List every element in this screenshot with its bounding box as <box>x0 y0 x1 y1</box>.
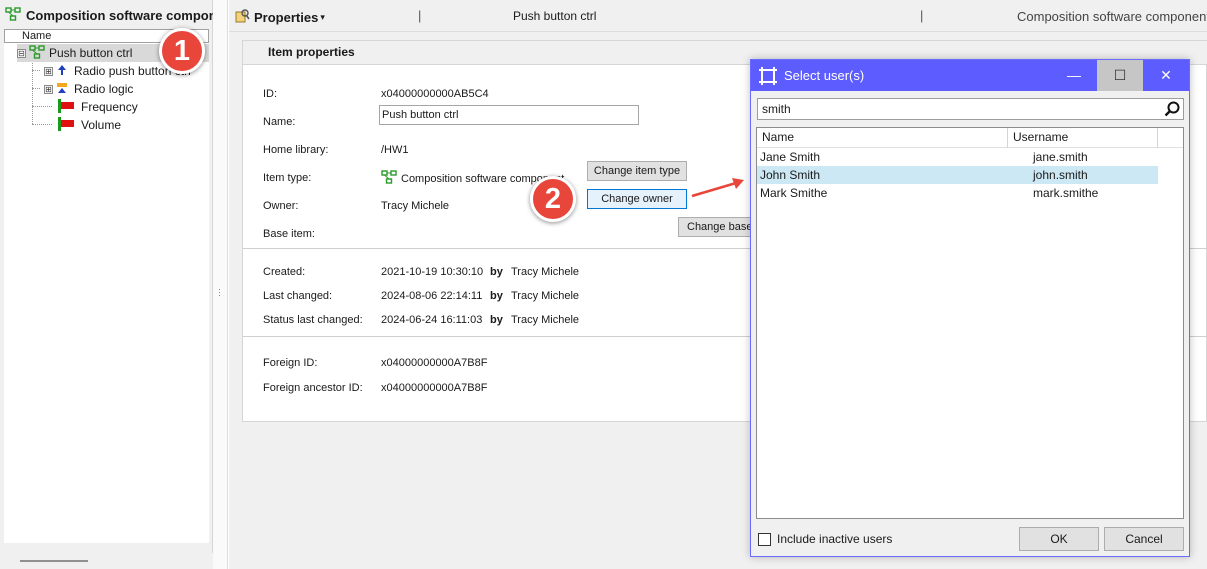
dialog-title: Select user(s) <box>784 68 865 83</box>
tree-item-label: Frequency <box>81 100 138 114</box>
close-button[interactable]: ✕ <box>1143 60 1189 91</box>
search-icon[interactable] <box>1164 101 1180 123</box>
column-name[interactable]: Name <box>757 128 1008 148</box>
user-username: jane.smith <box>1033 150 1088 164</box>
created-value: 2021-10-19 10:30:10 <box>381 266 484 278</box>
properties-toolbar: Properties ▾ | Push button ctrl | Compos… <box>229 0 1207 32</box>
home-library-value: /HW1 <box>381 144 409 156</box>
last-changed-label: Last changed: <box>263 290 333 302</box>
tree-item-radio-logic[interactable]: ⊞ Radio logic <box>44 80 133 98</box>
expand-icon[interactable]: ⊞ <box>44 66 53 76</box>
include-inactive-checkbox[interactable]: Include inactive users <box>758 532 892 546</box>
properties-icon <box>234 8 250 27</box>
last-changed-value: 2024-08-06 22:14:11 <box>381 290 483 302</box>
base-item-label: Base item: <box>263 228 315 240</box>
foreign-ancestor-label: Foreign ancestor ID: <box>263 382 363 394</box>
tree-item-volume[interactable]: Volume <box>58 116 121 134</box>
search-text: smith <box>762 102 791 116</box>
foreign-ancestor-value: x04000000000A7B8F <box>381 382 488 394</box>
cancel-button[interactable]: Cancel <box>1104 527 1184 551</box>
ok-button[interactable]: OK <box>1019 527 1099 551</box>
id-label: ID: <box>263 88 278 100</box>
status-changed-label: Status last changed: <box>263 314 363 326</box>
expand-icon[interactable]: ⊞ <box>44 84 53 94</box>
by-label: by <box>490 266 503 278</box>
logic-component-icon <box>56 82 68 97</box>
current-item-type: Composition software component <box>1017 9 1207 24</box>
user-row[interactable]: Mark Smithe mark.smithe <box>757 184 1158 202</box>
name-field[interactable]: Push button ctrl <box>379 105 639 125</box>
tree-item-label: Radio logic <box>74 82 134 96</box>
home-library-label: Home library: <box>263 144 329 156</box>
change-item-type-button[interactable]: Change item type <box>587 161 687 181</box>
status-changed-value: 2024-06-24 16:11:03 <box>381 314 483 326</box>
name-label: Name: <box>263 116 296 128</box>
user-list: Name Username Jane Smith jane.smith John… <box>756 127 1184 519</box>
user-search-input[interactable]: smith <box>757 98 1184 120</box>
owner-label: Owner: <box>263 200 299 212</box>
user-row[interactable]: Jane Smith jane.smith <box>757 148 1158 166</box>
toolbar-separator: | <box>920 8 924 23</box>
checkbox-box[interactable] <box>758 532 771 546</box>
select-users-dialog: Select user(s) — ☐ ✕ smith Name Username… <box>750 59 1190 557</box>
chevron-down-icon: ▾ <box>320 12 325 22</box>
tree-item-label: Push button ctrl <box>49 46 133 60</box>
properties-menu[interactable]: Properties ▾ <box>234 8 325 27</box>
owner-value: Tracy Michele <box>381 200 450 212</box>
status-changed-by-value: Tracy Michele <box>511 314 580 326</box>
step-badge-2: 2 <box>530 176 576 222</box>
user-list-header: Name Username <box>757 128 1183 148</box>
user-name: Jane Smith <box>760 150 821 164</box>
scrollbar-thumb[interactable] <box>20 560 88 562</box>
created-by-value: Tracy Michele <box>511 266 580 278</box>
column-username[interactable]: Username <box>1008 128 1158 148</box>
collapse-icon[interactable]: ⊟ <box>17 48 26 58</box>
last-changed-by-value: Tracy Michele <box>511 290 580 302</box>
user-row-selected[interactable]: John Smith john.smith <box>757 166 1158 184</box>
tree-item-label: Volume <box>81 118 122 132</box>
by-label: by <box>490 290 503 302</box>
panel-splitter[interactable]: · · · <box>213 0 228 569</box>
toolbar-separator: | <box>418 8 422 23</box>
horizontal-scrollbar[interactable] <box>0 553 213 569</box>
id-value: x04000000000AB5C4 <box>381 88 489 100</box>
user-username: mark.smithe <box>1033 186 1099 200</box>
foreign-id-value: x04000000000A7B8F <box>381 357 488 369</box>
item-tree: ⊟ Push button ctrl ⊞ Radio push button c… <box>4 43 209 543</box>
maximize-button[interactable]: ☐ <box>1097 60 1143 91</box>
dialog-title-bar[interactable]: Select user(s) — ☐ ✕ <box>751 60 1189 91</box>
composition-component-icon <box>381 170 398 187</box>
created-label: Created: <box>263 266 306 278</box>
tree-panel: Composition software component Name ⊟ Pu… <box>0 0 213 569</box>
user-name: Mark Smithe <box>760 186 828 200</box>
foreign-id-label: Foreign ID: <box>263 357 318 369</box>
tree-item-frequency[interactable]: Frequency <box>58 98 138 116</box>
item-type-label: Item type: <box>263 172 312 184</box>
arrow-icon <box>691 178 744 198</box>
user-name: John Smith <box>760 168 821 182</box>
port-flag-icon <box>58 116 75 134</box>
current-item-name: Push button ctrl <box>513 9 597 23</box>
port-up-icon <box>56 64 68 79</box>
tree-panel-header: Composition software component <box>0 0 213 30</box>
port-flag-icon <box>58 98 75 116</box>
minimize-button[interactable]: — <box>1051 60 1097 91</box>
step-badge-1: 1 <box>159 28 205 74</box>
composition-component-icon <box>5 6 22 24</box>
user-username: john.smith <box>1033 168 1088 182</box>
properties-label: Properties <box>254 10 319 25</box>
tree-panel-title: Composition software component <box>26 7 213 23</box>
by-label: by <box>490 314 503 326</box>
composition-component-icon <box>29 44 46 62</box>
change-owner-button[interactable]: Change owner <box>587 189 687 209</box>
select-frame-icon <box>758 66 778 89</box>
include-inactive-label: Include inactive users <box>777 532 893 546</box>
